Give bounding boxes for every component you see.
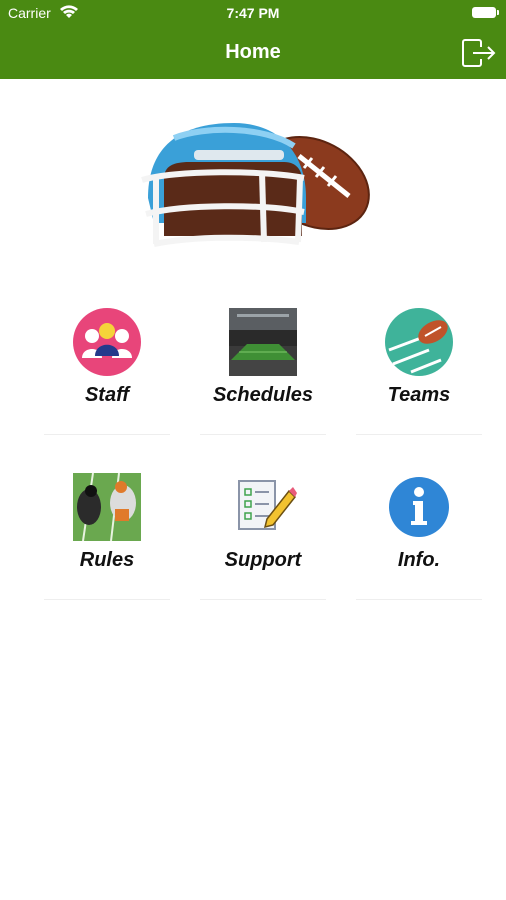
tile-label: Support	[224, 549, 302, 571]
tile-support[interactable]: Support	[200, 465, 326, 630]
tile-schedules[interactable]: Schedules	[200, 300, 326, 465]
staff-icon	[73, 308, 141, 376]
stadium-photo	[229, 308, 297, 376]
tile-label: Schedules	[212, 384, 314, 406]
tile-label: Info.	[397, 549, 441, 571]
tile-label: Staff	[84, 384, 130, 406]
divider	[200, 434, 326, 435]
divider	[356, 434, 482, 435]
info-icon	[389, 477, 449, 537]
tile-teams[interactable]: Teams	[356, 300, 482, 465]
football-field-icon	[385, 308, 453, 376]
players-photo	[73, 473, 141, 541]
divider	[356, 599, 482, 600]
tile-label: Teams	[387, 384, 451, 406]
tile-rules[interactable]: Rules	[44, 465, 170, 630]
checklist-pencil-icon	[238, 480, 297, 530]
divider	[44, 599, 170, 600]
menu-grid: Staff Schedules Teams Rules Support Info…	[0, 0, 506, 900]
tile-staff[interactable]: Staff	[44, 300, 170, 465]
tile-info[interactable]: Info.	[356, 465, 482, 630]
divider	[200, 599, 326, 600]
divider	[44, 434, 170, 435]
tile-label: Rules	[79, 549, 135, 571]
